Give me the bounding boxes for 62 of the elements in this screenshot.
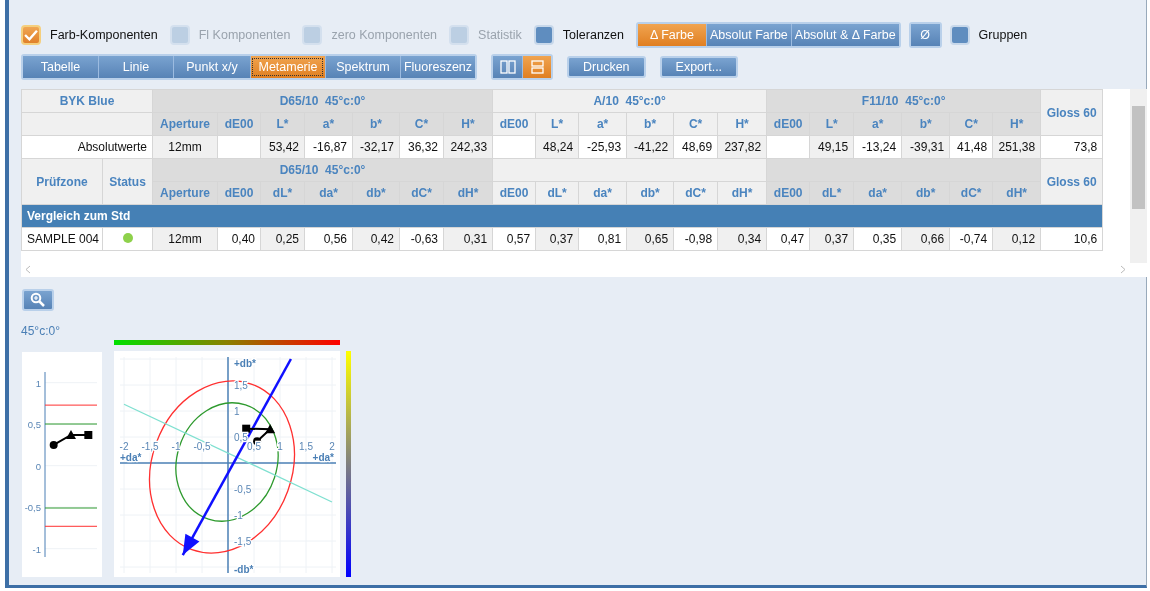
illuminant-header: D65/10 45°c:0°: [152, 89, 493, 113]
axis-label: -db*: [234, 564, 254, 575]
axis-tick-label: 1: [35, 377, 41, 389]
illuminant-header: D65/10 45°c:0°: [152, 158, 493, 182]
axis-tick-label: -0,5: [193, 441, 211, 452]
column-header: Gloss 60: [1040, 89, 1103, 136]
scroll-right-icon[interactable]: [1120, 264, 1126, 274]
table-cell: SAMPLE 004: [21, 227, 103, 251]
group-header-row: Vergleich zum Std: [21, 204, 1103, 228]
view-tab[interactable]: Spektrum: [325, 56, 400, 78]
illuminant-header: A/10 45°c:0°: [492, 89, 767, 113]
axis-tick-label: -0,5: [234, 484, 252, 495]
column-header: Status: [102, 158, 153, 205]
axis-tick-label: 0,5: [247, 441, 261, 452]
mode-toggle-button[interactable]: Absolut Farbe: [706, 24, 791, 46]
split-columns-button[interactable]: [493, 56, 522, 78]
axis-tick-label: -0,5: [24, 502, 41, 514]
column-header: Prüfzone: [21, 158, 103, 205]
axis-tick-label: 1,5: [234, 380, 248, 391]
checkbox-label: zero Komponenten: [331, 28, 438, 42]
axis-tick-label: 1: [277, 441, 283, 452]
split-rows-button[interactable]: [522, 56, 551, 78]
split-rows-icon: [530, 60, 544, 74]
axis-label: +da*: [120, 452, 142, 463]
view-tab[interactable]: Fluoreszenz: [400, 56, 475, 78]
checkbox[interactable]: [949, 25, 970, 45]
toolbar-button[interactable]: Export...: [659, 56, 739, 78]
scroll-left-icon[interactable]: [25, 264, 31, 274]
checkbox-label: Farb-Komponenten: [50, 28, 158, 42]
axis-label: +db*: [234, 358, 256, 369]
vertical-scrollbar[interactable]: [1130, 89, 1147, 263]
zoom-button[interactable]: [22, 289, 54, 311]
view-tab[interactable]: Linie: [98, 56, 173, 78]
standard-name: BYK Blue: [21, 89, 153, 113]
axis-label: +da*: [312, 452, 334, 463]
mode-toggle-button[interactable]: Δ Farbe: [638, 24, 706, 46]
row-label: Absolutwerte: [21, 135, 153, 159]
checkbox[interactable]: [533, 25, 554, 45]
illuminant-header: F11/10 45°c:0°: [766, 89, 1041, 113]
axis-tick-label: -1: [32, 543, 41, 555]
average-button[interactable]: Ø: [910, 24, 940, 46]
axis-tick-label: 1,5: [299, 441, 313, 452]
checkbox[interactable]: [21, 25, 41, 45]
check-icon: [24, 29, 38, 41]
checkbox-label: Toleranzen: [562, 28, 624, 42]
view-tab[interactable]: Tabelle: [23, 56, 98, 78]
checkbox-label: Gruppen: [978, 28, 1028, 42]
checkbox-label: Statistik: [478, 28, 522, 42]
toolbar-button[interactable]: Drucken: [567, 56, 646, 78]
view-tab[interactable]: Metamerie: [250, 56, 325, 78]
mode-toggle-button[interactable]: Absolut & Δ Farbe: [790, 24, 899, 46]
split-columns-icon: [499, 60, 516, 74]
axis-tick-label: 0,5: [27, 419, 41, 431]
axis-tick-label: -2: [119, 441, 129, 452]
axis-tick-label: 0: [35, 460, 41, 472]
axis-tick-label: 1: [234, 406, 240, 417]
geometry-label: 45°c:0°: [21, 324, 60, 338]
axis-tick-label: 2: [329, 441, 335, 452]
magnifier-icon: [30, 292, 46, 308]
checkbox-label: Fl Komponenten: [198, 28, 291, 42]
column-header: Gloss 60: [1040, 158, 1103, 205]
view-tab[interactable]: Punkt x/y: [173, 56, 250, 78]
